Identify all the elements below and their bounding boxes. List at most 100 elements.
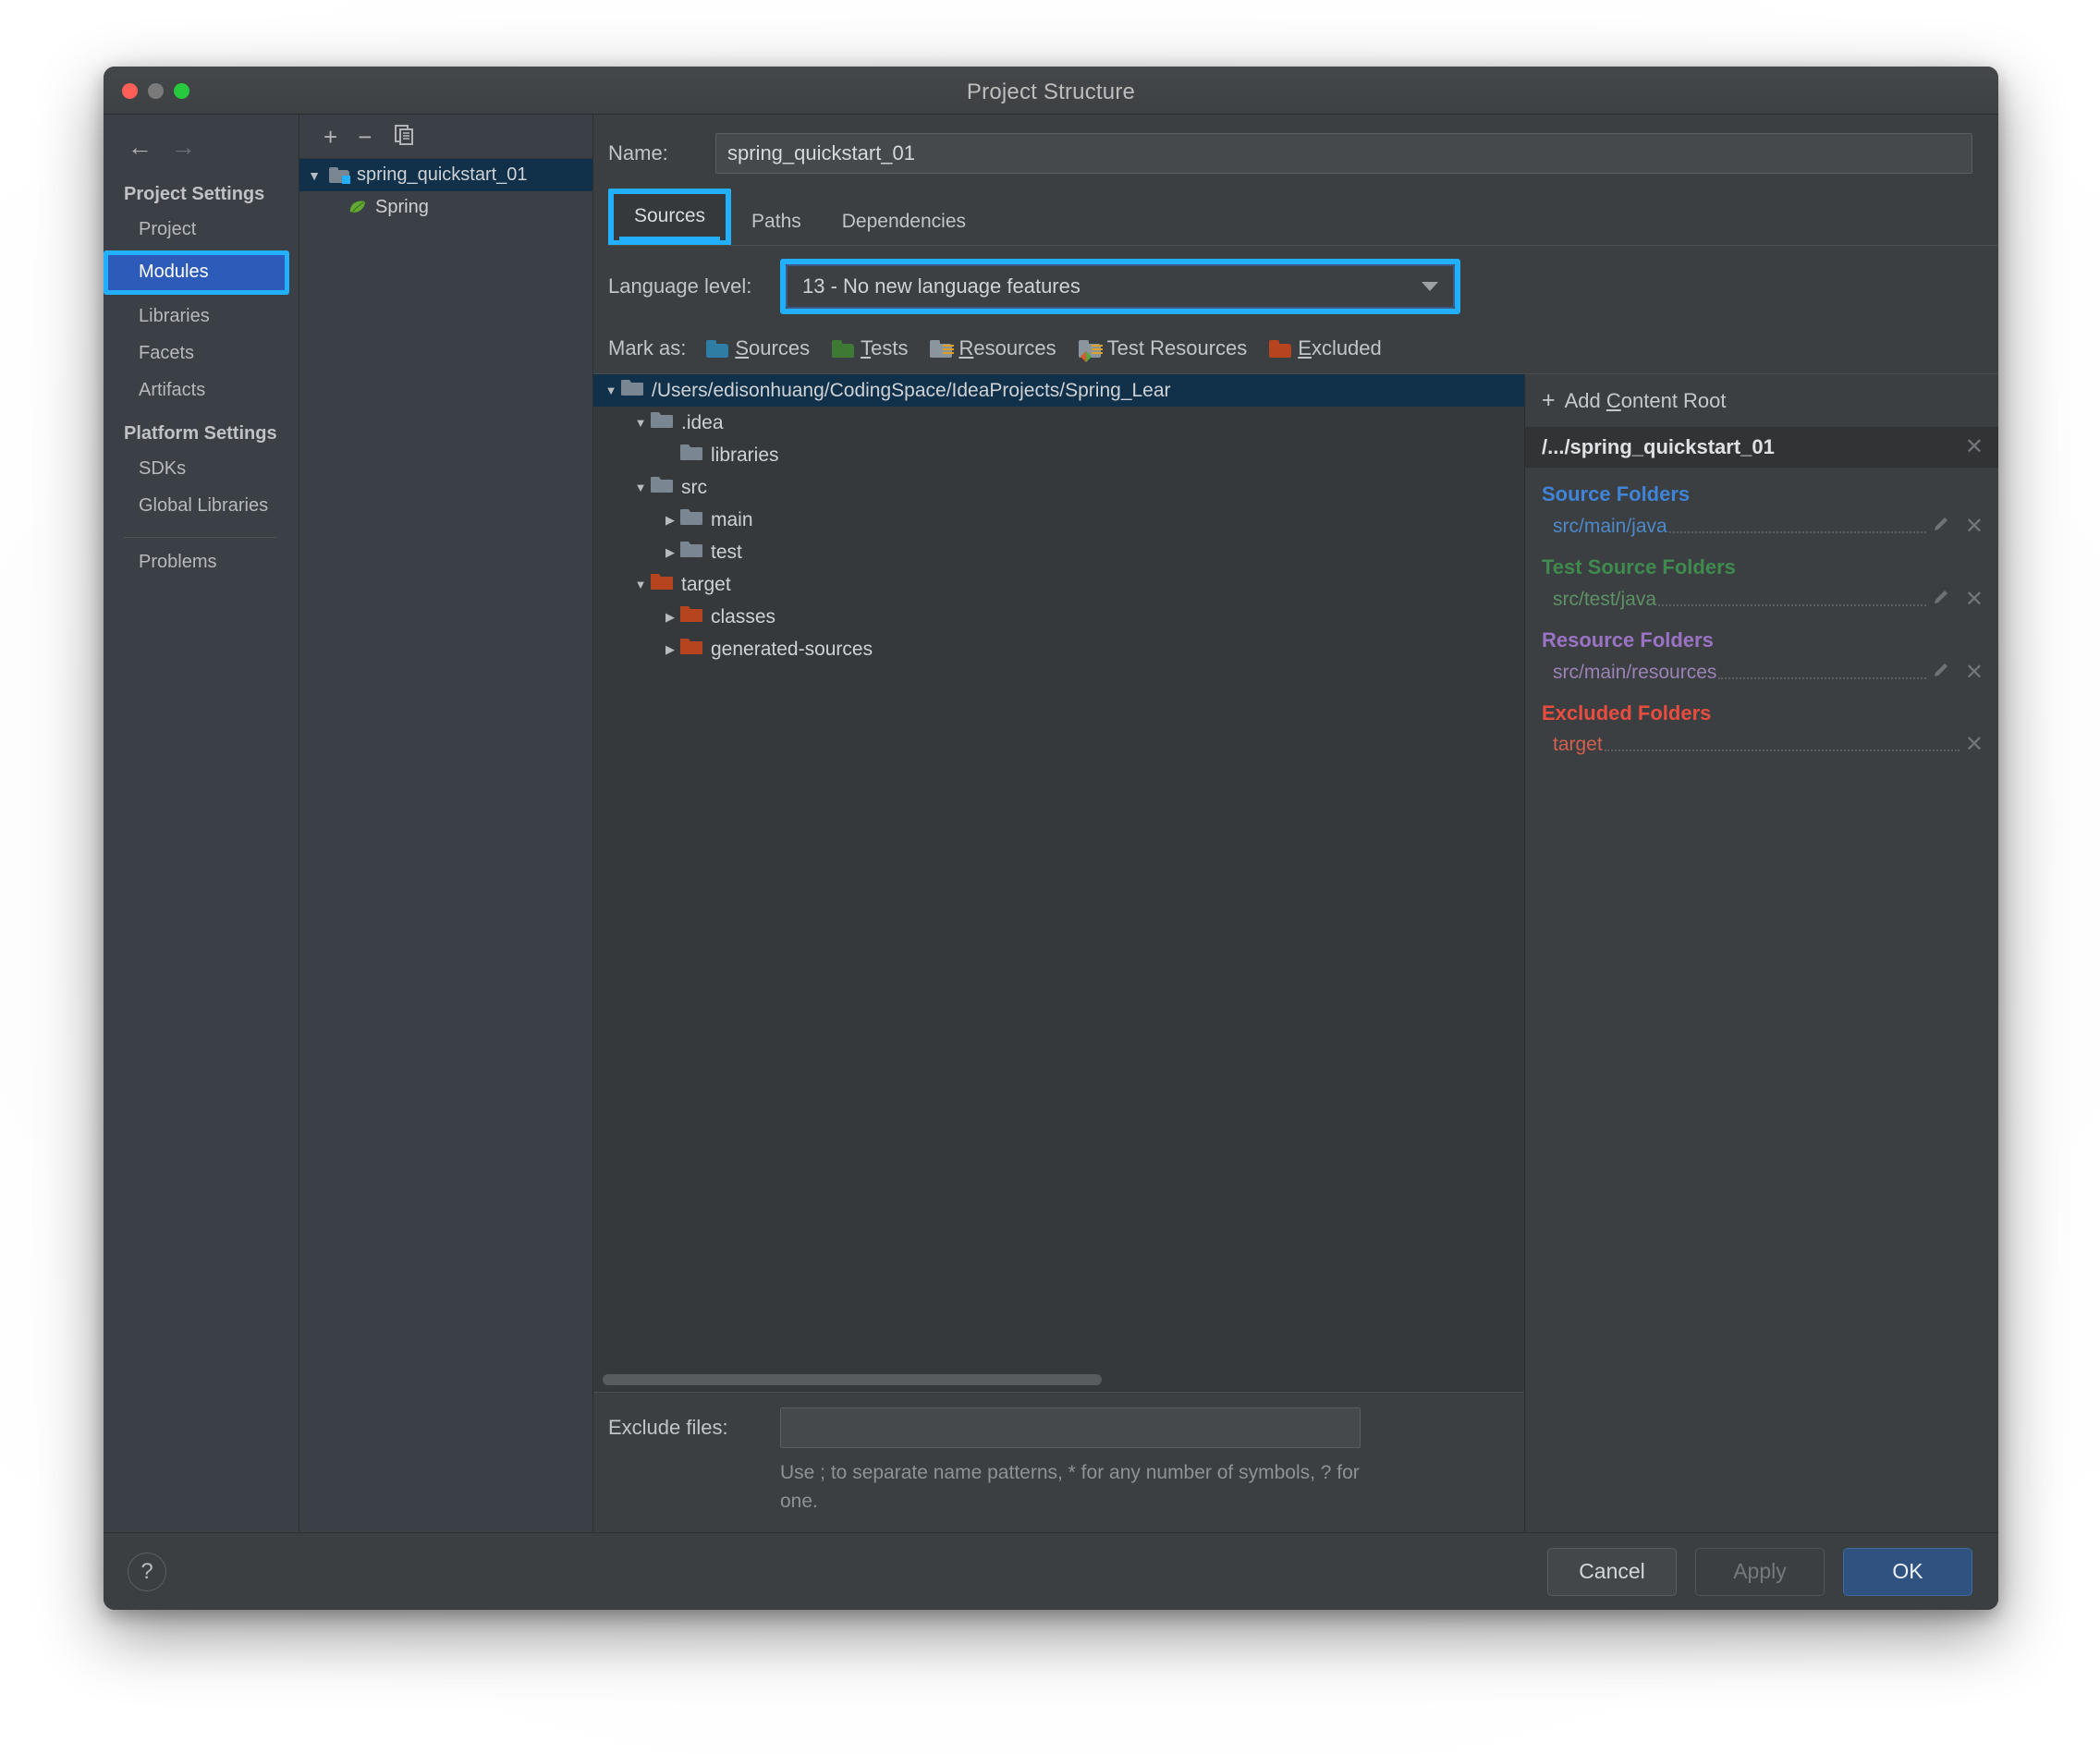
source-folders-title: Source Folders: [1542, 482, 1691, 505]
sidebar-group-platform-settings: Platform Settings: [124, 423, 277, 444]
dotted-leader: [1668, 520, 1926, 533]
tab-sources[interactable]: Sources: [614, 194, 726, 240]
tree-row[interactable]: ▶ main: [593, 504, 1524, 536]
horizontal-scrollbar[interactable]: [593, 1368, 1524, 1392]
language-level-dropdown[interactable]: 13 - No new language features: [786, 264, 1455, 309]
dotted-leader: [1718, 666, 1926, 679]
module-name-input[interactable]: [715, 133, 1972, 174]
spring-leaf-icon: [348, 200, 368, 216]
resource-folder-entry[interactable]: src/main/resources ✕: [1542, 658, 1998, 687]
remove-icon[interactable]: ✕: [1965, 734, 1984, 756]
collapse-caret-icon[interactable]: ▶: [660, 545, 680, 560]
add-content-root-label-rest: ontent Root: [1620, 388, 1727, 412]
tree-row[interactable]: ▶ test: [593, 536, 1524, 568]
exclude-files-label: Exclude files:: [608, 1416, 728, 1440]
collapse-caret-icon[interactable]: ▶: [660, 642, 680, 657]
remove-content-root-icon[interactable]: ✕: [1965, 436, 1984, 458]
folder-excluded-icon: [1269, 339, 1292, 358]
tree-row[interactable]: ▼ target: [593, 568, 1524, 601]
sidebar-divider: [124, 537, 276, 538]
ok-button[interactable]: OK: [1843, 1547, 1972, 1596]
forward-arrow-icon[interactable]: →: [171, 135, 196, 160]
module-tree-item-label: spring_quickstart_01: [357, 164, 528, 185]
module-tree-item-root[interactable]: ▼ spring_quickstart_01: [299, 159, 592, 191]
apply-button[interactable]: Apply: [1695, 1547, 1825, 1596]
sidebar-item-artifacts[interactable]: Artifacts: [104, 372, 299, 408]
tree-row[interactable]: ▼ src: [593, 471, 1524, 504]
tab-dependencies[interactable]: Dependencies: [822, 200, 986, 246]
module-name-row: Name:: [593, 115, 1998, 189]
tree-row-label: .idea: [681, 411, 724, 433]
expand-caret-icon[interactable]: ▼: [630, 481, 651, 494]
sidebar-item-libraries[interactable]: Libraries: [104, 298, 299, 335]
tree-row-label: target: [681, 573, 731, 595]
window-title: Project Structure: [966, 79, 1136, 104]
module-tree-item-spring[interactable]: Spring: [299, 191, 592, 224]
sidebar-item-modules[interactable]: Modules: [108, 255, 285, 290]
folder-gray-icon: [651, 476, 673, 499]
excluded-folder-entry[interactable]: target ✕: [1542, 731, 1998, 759]
exclude-files-input[interactable]: [780, 1407, 1361, 1449]
add-content-root-button[interactable]: + Add Content Root: [1525, 374, 1998, 427]
tree-row[interactable]: libraries: [593, 439, 1524, 471]
tree-row[interactable]: ▶ generated-sources: [593, 633, 1524, 665]
tab-paths[interactable]: Paths: [731, 200, 822, 246]
mark-as-sources-label-rest: ources: [749, 336, 811, 359]
remove-icon[interactable]: ✕: [1965, 515, 1984, 538]
folder-test-resources-icon: [1078, 339, 1103, 362]
tree-row[interactable]: ▼ /Users/edisonhuang/CodingSpace/IdeaPro…: [593, 374, 1524, 407]
edit-icon[interactable]: [1932, 588, 1950, 611]
tree-row-label: classes: [711, 605, 776, 627]
tree-row-label: /Users/edisonhuang/CodingSpace/IdeaProje…: [652, 379, 1171, 401]
mark-as-test-resources-button[interactable]: Test Resources: [1078, 336, 1247, 362]
folder-resources-icon: [930, 339, 955, 358]
collapse-caret-icon[interactable]: ▶: [660, 610, 680, 625]
sidebar-item-facets[interactable]: Facets: [104, 335, 299, 372]
back-arrow-icon[interactable]: ←: [128, 135, 153, 160]
mark-as-resources-button[interactable]: Resources: [930, 336, 1056, 360]
modules-toolbar: + −: [299, 115, 592, 159]
mark-as-resources-label-rest: esources: [973, 336, 1056, 359]
resource-folders-title: Resource Folders: [1542, 628, 1714, 652]
collapse-caret-icon[interactable]: ▶: [660, 513, 680, 528]
remove-icon[interactable]: ✕: [1965, 588, 1984, 611]
expand-caret-icon[interactable]: ▼: [601, 384, 621, 397]
scrollbar-thumb[interactable]: [603, 1374, 1102, 1386]
expand-caret-icon[interactable]: ▼: [630, 416, 651, 430]
source-folder-entry[interactable]: src/main/java ✕: [1542, 512, 1998, 541]
mark-as-sources-button[interactable]: Sources: [706, 336, 810, 360]
content-root-detail-panel: + Add Content Root /.../spring_quickstar…: [1525, 373, 1998, 1532]
cancel-button[interactable]: Cancel: [1547, 1547, 1677, 1596]
help-button[interactable]: ?: [128, 1552, 166, 1591]
resource-folder-path: src/main/resources: [1553, 661, 1717, 683]
remove-module-icon[interactable]: −: [358, 125, 372, 149]
expand-caret-icon[interactable]: ▼: [630, 578, 651, 591]
settings-sidebar: ← → Project Settings Project Modules Lib…: [104, 115, 299, 1532]
edit-icon[interactable]: [1932, 515, 1950, 538]
tree-row-label: generated-sources: [711, 638, 873, 660]
sidebar-item-problems[interactable]: Problems: [104, 543, 299, 580]
copy-module-icon[interactable]: [392, 123, 416, 151]
tabs-underline: [608, 245, 1998, 246]
edit-icon[interactable]: [1932, 661, 1950, 684]
mark-as-tests-button[interactable]: Tests: [832, 336, 908, 360]
sidebar-item-global-libraries[interactable]: Global Libraries: [104, 487, 299, 524]
sidebar-item-sdks[interactable]: SDKs: [104, 450, 299, 487]
mark-as-excluded-button[interactable]: Excluded: [1269, 336, 1382, 360]
exclude-files-section: Exclude files: Use ; to separate name pa…: [593, 1392, 1524, 1532]
test-source-folders-group: Test Source Folders src/test/java ✕: [1525, 541, 1998, 614]
test-source-folders-title: Test Source Folders: [1542, 555, 1736, 579]
tree-row[interactable]: ▶ classes: [593, 601, 1524, 633]
test-source-folder-entry[interactable]: src/test/java ✕: [1542, 585, 1998, 614]
tree-row-label: libraries: [711, 444, 779, 466]
sidebar-item-project[interactable]: Project: [104, 211, 299, 248]
folder-tests-icon: [832, 339, 855, 358]
resource-folders-group: Resource Folders src/main/resources ✕: [1525, 614, 1998, 687]
mark-as-tests-label-rest: ests: [871, 336, 909, 359]
expand-caret-icon[interactable]: ▼: [307, 168, 322, 183]
remove-icon[interactable]: ✕: [1965, 661, 1984, 684]
tree-row-label: test: [711, 541, 742, 563]
tree-row[interactable]: ▼ .idea: [593, 407, 1524, 439]
screen: Project Structure ← → Project Settings P…: [0, 0, 2100, 1754]
add-module-icon[interactable]: +: [324, 125, 337, 149]
